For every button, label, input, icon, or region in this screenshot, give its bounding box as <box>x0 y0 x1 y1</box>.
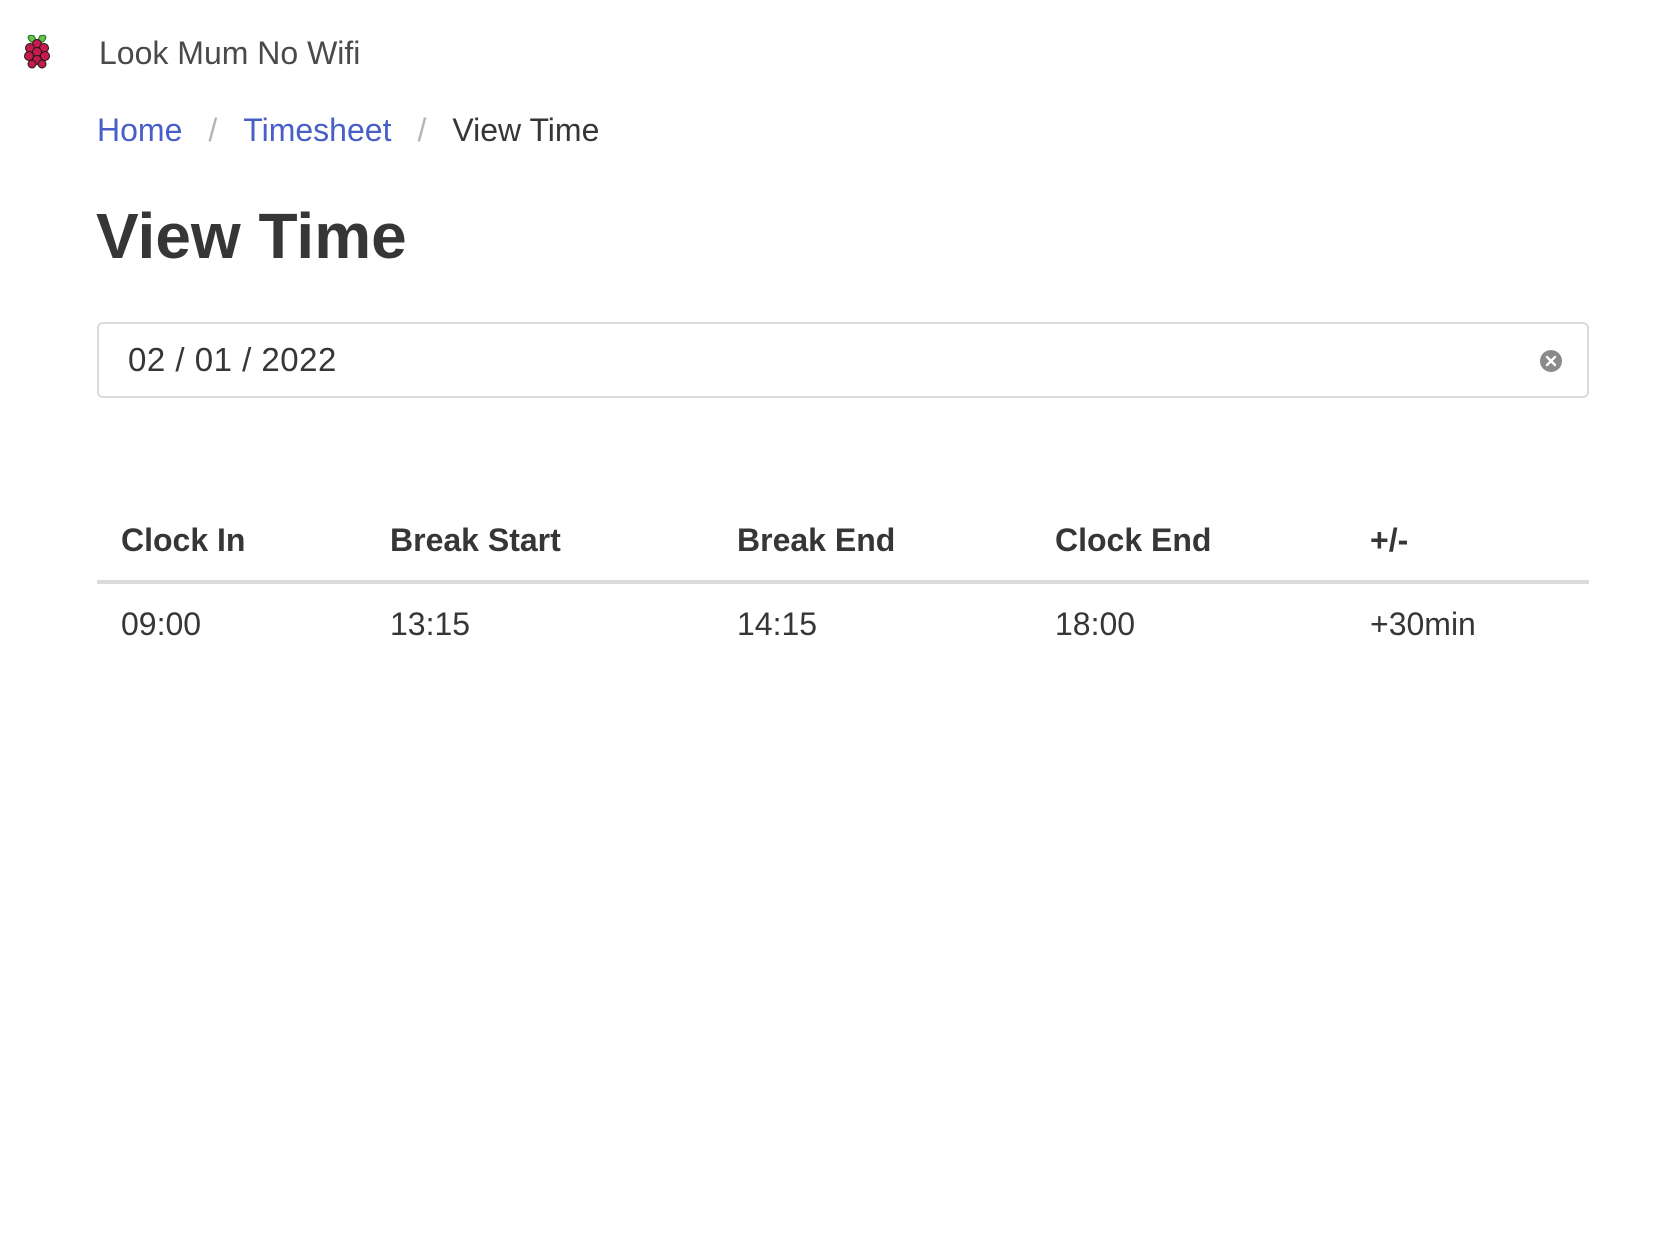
breadcrumb: Home / Timesheet / View Time <box>97 108 599 152</box>
date-input[interactable]: 02 / 01 / 2022 <box>97 322 1589 398</box>
table-header-row: Clock In Break Start Break End Clock End… <box>97 500 1589 584</box>
breadcrumb-timesheet-link[interactable]: Timesheet <box>243 108 391 152</box>
cell-break-end: 14:15 <box>737 605 818 642</box>
breadcrumb-separator: / <box>417 112 427 148</box>
breadcrumb-separator: / <box>208 112 218 148</box>
column-header-break-end: Break End <box>713 500 1031 584</box>
date-input-value[interactable]: 02 / 01 / 2022 <box>128 340 337 380</box>
cell-break-start: 13:15 <box>390 605 471 642</box>
cell-clock-end: 18:00 <box>1055 605 1136 642</box>
breadcrumb-home-link[interactable]: Home <box>97 108 182 152</box>
table-body: 09:00 13:15 14:15 18:00 +30min <box>97 582 1589 664</box>
table-row: 09:00 13:15 14:15 18:00 +30min <box>97 582 1589 664</box>
clear-circle-icon[interactable] <box>1539 349 1563 373</box>
app-title[interactable]: Look Mum No Wifi <box>99 33 360 73</box>
column-header-clock-in: Clock In <box>97 500 366 584</box>
column-header-clock-end: Clock End <box>1031 500 1346 584</box>
table-header: Clock In Break Start Break End Clock End… <box>97 500 1589 584</box>
cell-difference: +30min <box>1370 605 1476 642</box>
timesheet-table: Clock In Break Start Break End Clock End… <box>97 500 1589 664</box>
column-header-break-start: Break Start <box>366 500 713 584</box>
raspberry-pi-icon[interactable] <box>22 32 52 70</box>
breadcrumb-current: View Time <box>452 112 600 148</box>
column-header-difference: +/- <box>1346 500 1589 584</box>
cell-clock-in: 09:00 <box>121 605 202 642</box>
page-title: View Time <box>96 200 407 272</box>
top-navbar: Look Mum No Wifi <box>0 0 1680 106</box>
